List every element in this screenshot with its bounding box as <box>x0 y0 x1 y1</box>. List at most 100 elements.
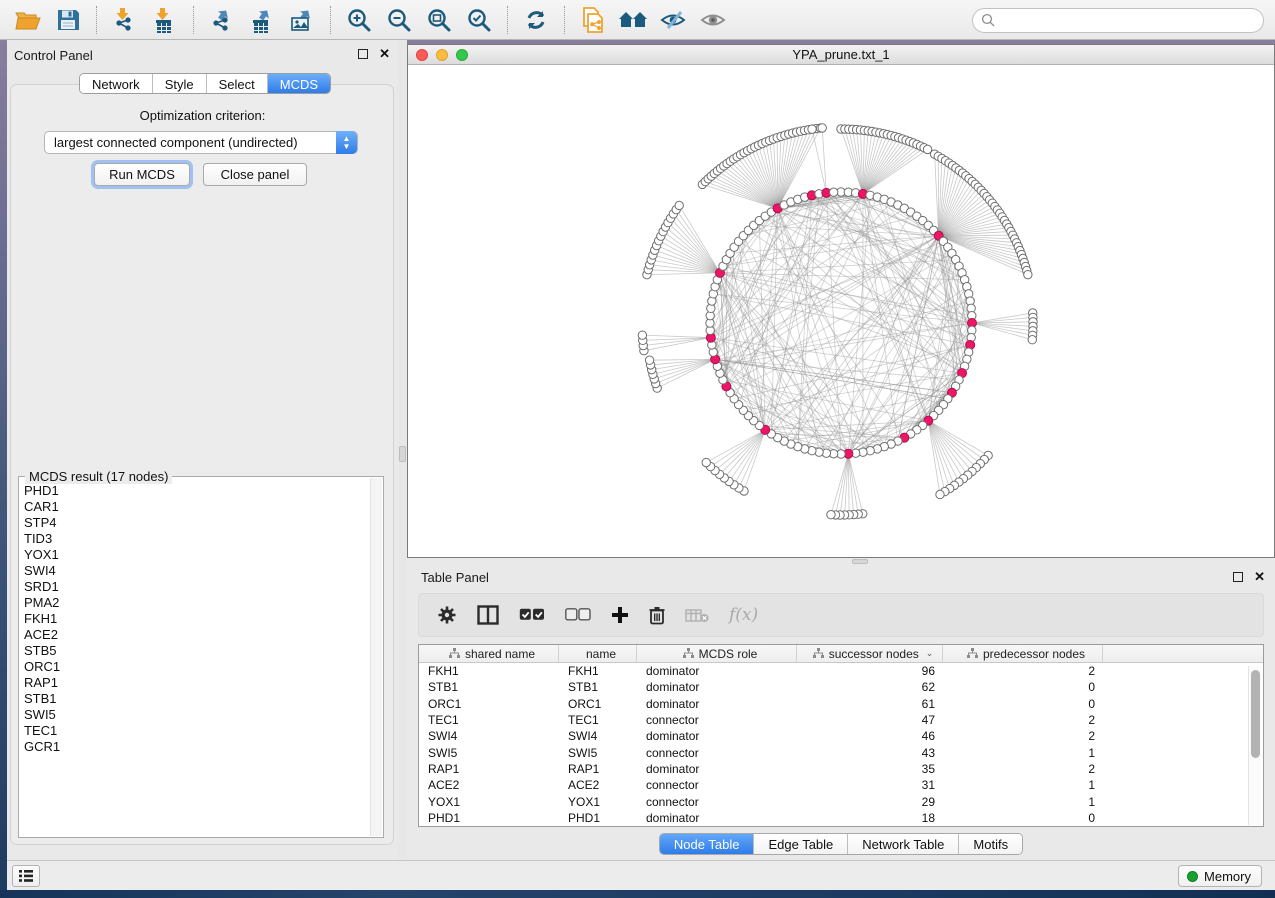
leaf-node[interactable] <box>675 201 683 209</box>
memory-button[interactable]: Memory <box>1178 865 1262 887</box>
leaf-node[interactable] <box>702 458 710 466</box>
tab-network[interactable]: Network <box>80 74 153 93</box>
table-cell[interactable]: dominator <box>637 811 797 825</box>
table-cell[interactable]: 43 <box>797 746 943 760</box>
table-cell[interactable]: ORC1 <box>559 697 637 711</box>
table-cell[interactable]: TEC1 <box>419 713 559 727</box>
table-cell[interactable]: 61 <box>797 697 943 711</box>
add-column-icon[interactable] <box>611 600 629 630</box>
tab-select[interactable]: Select <box>207 74 268 93</box>
table-cell[interactable]: 31 <box>797 778 943 792</box>
leaf-node[interactable] <box>645 356 653 364</box>
splitter-grip[interactable] <box>852 559 868 564</box>
criterion-dropdown[interactable]: largest connected component (undirected)… <box>44 131 358 154</box>
table-cell[interactable]: 2 <box>943 713 1103 727</box>
column-header-successor-nodes[interactable]: successor nodes⌄ <box>797 645 943 662</box>
table-cell[interactable]: 18 <box>797 811 943 825</box>
table-cell[interactable]: FKH1 <box>419 664 559 678</box>
mcds-result-item[interactable]: PHD1 <box>24 483 370 499</box>
table-cell[interactable]: 29 <box>797 795 943 809</box>
table-cell[interactable]: dominator <box>637 697 797 711</box>
table-cell[interactable]: 1 <box>943 795 1103 809</box>
search-input[interactable] <box>972 8 1264 33</box>
table-cell[interactable]: YOX1 <box>559 795 637 809</box>
column-header-shared-name[interactable]: shared name <box>419 645 559 662</box>
export-image-icon[interactable] <box>282 4 322 36</box>
export-network-icon[interactable] <box>202 4 242 36</box>
table-cell[interactable]: 1 <box>943 778 1103 792</box>
window-maximize-icon[interactable] <box>456 49 468 61</box>
zoom-selected-icon[interactable] <box>459 4 499 36</box>
tab-motifs[interactable]: Motifs <box>959 834 1022 854</box>
close-panel-icon[interactable]: ✕ <box>379 49 390 59</box>
mcds-result-item[interactable]: STP4 <box>24 515 370 531</box>
table-row[interactable]: ORC1ORC1dominator610 <box>419 696 1263 712</box>
mcds-result-item[interactable]: SWI5 <box>24 707 370 723</box>
table-cell[interactable]: 1 <box>943 746 1103 760</box>
table-cell[interactable]: dominator <box>637 729 797 743</box>
table-cell[interactable]: 0 <box>943 811 1103 825</box>
column-header-name[interactable]: name <box>559 645 637 662</box>
float-panel-icon[interactable] <box>1233 572 1243 582</box>
network-window-titlebar[interactable]: YPA_prune.txt_1 <box>408 45 1274 65</box>
table-cell[interactable]: 96 <box>797 664 943 678</box>
table-cell[interactable]: STB1 <box>419 680 559 694</box>
table-cell[interactable]: TEC1 <box>559 713 637 727</box>
result-list-scrollbar[interactable] <box>370 478 382 836</box>
leaf-node[interactable] <box>818 124 826 132</box>
mcds-result-item[interactable]: SWI4 <box>24 563 370 579</box>
table-cell[interactable]: SWI4 <box>559 729 637 743</box>
table-cell[interactable]: PHD1 <box>559 811 637 825</box>
float-panel-icon[interactable] <box>358 49 368 59</box>
table-cell[interactable]: connector <box>637 778 797 792</box>
task-manager-button[interactable] <box>12 865 40 887</box>
table-row[interactable]: STB1STB1dominator620 <box>419 679 1263 695</box>
tab-edge-table[interactable]: Edge Table <box>754 834 848 854</box>
table-cell[interactable]: PHD1 <box>419 811 559 825</box>
table-cell[interactable]: 2 <box>943 762 1103 776</box>
leaf-node[interactable] <box>1028 336 1036 344</box>
table-cell[interactable]: RAP1 <box>419 762 559 776</box>
leaf-node[interactable] <box>827 511 835 519</box>
table-cell[interactable]: STB1 <box>559 680 637 694</box>
horizontal-splitter[interactable] <box>407 558 1275 565</box>
table-cell[interactable]: 0 <box>943 697 1103 711</box>
clone-network-icon[interactable] <box>573 4 613 36</box>
close-panel-icon[interactable]: ✕ <box>1254 572 1265 582</box>
table-cell[interactable]: RAP1 <box>559 762 637 776</box>
save-session-icon[interactable] <box>48 4 88 36</box>
table-cell[interactable]: FKH1 <box>559 664 637 678</box>
mcds-result-item[interactable]: RAP1 <box>24 675 370 691</box>
table-cell[interactable]: ORC1 <box>419 697 559 711</box>
split-panel-icon[interactable] <box>477 600 499 630</box>
table-row[interactable]: RAP1RAP1dominator352 <box>419 761 1263 777</box>
leaf-node[interactable] <box>808 125 816 133</box>
mcds-result-item[interactable]: GCR1 <box>24 739 370 755</box>
table-cell[interactable]: 47 <box>797 713 943 727</box>
mcds-result-item[interactable]: YOX1 <box>24 547 370 563</box>
table-cell[interactable]: connector <box>637 746 797 760</box>
leaf-node[interactable] <box>936 490 944 498</box>
mcds-result-item[interactable]: ACE2 <box>24 627 370 643</box>
tab-style[interactable]: Style <box>153 74 207 93</box>
mcds-result-item[interactable]: STB1 <box>24 691 370 707</box>
table-cell[interactable]: 35 <box>797 762 943 776</box>
network-canvas[interactable] <box>408 65 1274 557</box>
mcds-result-item[interactable]: TID3 <box>24 531 370 547</box>
network-graph[interactable] <box>408 65 1274 557</box>
first-neighbors-icon[interactable] <box>613 4 653 36</box>
table-cell[interactable]: ACE2 <box>419 778 559 792</box>
show-all-icon[interactable] <box>693 4 733 36</box>
table-cell[interactable]: 0 <box>943 680 1103 694</box>
mcds-result-item[interactable]: CAR1 <box>24 499 370 515</box>
window-close-icon[interactable] <box>416 49 428 61</box>
table-scrollbar[interactable] <box>1248 666 1261 825</box>
scrollbar-thumb[interactable] <box>1251 670 1260 758</box>
table-cell[interactable]: YOX1 <box>419 795 559 809</box>
table-cell[interactable]: connector <box>637 713 797 727</box>
zoom-in-icon[interactable] <box>339 4 379 36</box>
leaf-node[interactable] <box>638 331 646 339</box>
window-minimize-icon[interactable] <box>436 49 448 61</box>
table-cell[interactable]: SWI5 <box>559 746 637 760</box>
table-cell[interactable]: 46 <box>797 729 943 743</box>
